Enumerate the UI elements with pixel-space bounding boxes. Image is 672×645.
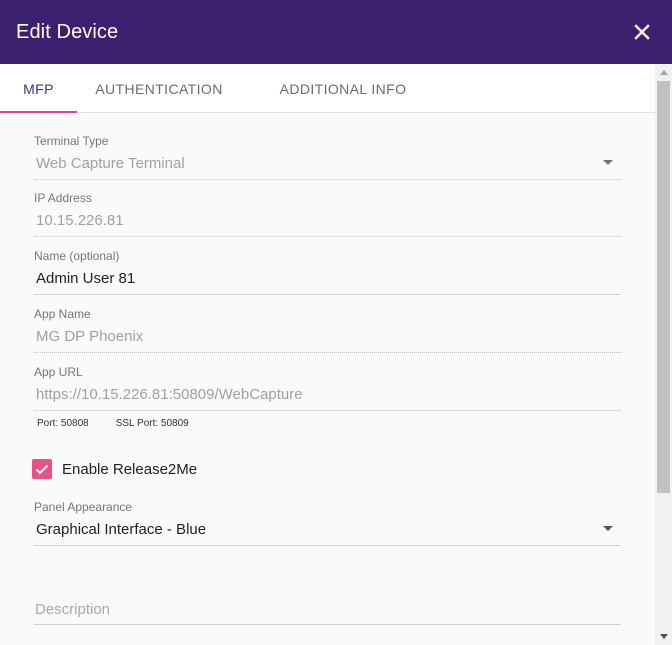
scroll-down-icon xyxy=(659,634,668,639)
dialog-header: Edit Device xyxy=(0,0,672,64)
enable-release2me-label: Enable Release2Me xyxy=(62,460,198,478)
scroll-up-button[interactable] xyxy=(655,64,672,81)
scrollbar-thumb[interactable] xyxy=(657,81,670,493)
scroll-down-button[interactable] xyxy=(655,628,672,645)
enable-release2me-checkbox[interactable] xyxy=(32,459,52,479)
vertical-scrollbar[interactable] xyxy=(655,64,672,645)
panel-appearance-label: Panel Appearance xyxy=(34,500,133,514)
app-name-label: App Name xyxy=(34,307,91,321)
ip-address-input: 10.15.226.81 xyxy=(34,212,621,237)
device-form: Terminal Type Web Capture Terminal IP Ad… xyxy=(0,113,655,645)
tab-additional-info[interactable]: ADDITIONAL INFO xyxy=(241,64,445,112)
dialog-title: Edit Device xyxy=(16,20,119,43)
app-url-label: App URL xyxy=(34,365,83,379)
panel-appearance-select[interactable]: Graphical Interface - Blue xyxy=(34,521,621,546)
port-info: Port: 50808 SSL Port: 50809 xyxy=(37,418,189,429)
terminal-type-select: Web Capture Terminal xyxy=(34,155,621,180)
terminal-type-field: Terminal Type Web Capture Terminal xyxy=(34,134,621,180)
tab-authentication[interactable]: AUTHENTICATION xyxy=(77,64,241,112)
scroll-up-icon xyxy=(659,70,668,75)
app-url-field: App URL https://10.15.226.81:50809/WebCa… xyxy=(34,365,621,411)
ip-address-label: IP Address xyxy=(34,191,92,205)
close-icon xyxy=(634,24,650,40)
tab-mfp[interactable]: MFP xyxy=(0,64,77,113)
app-name-field: App Name MG DP Phoenix xyxy=(34,307,621,353)
app-url-input: https://10.15.226.81:50809/WebCapture xyxy=(34,386,621,411)
chevron-down-icon[interactable] xyxy=(603,526,613,531)
chevron-down-icon xyxy=(603,160,613,165)
app-name-input: MG DP Phoenix xyxy=(34,328,621,353)
ssl-port-text: SSL Port: 50809 xyxy=(115,418,189,429)
checkmark-icon xyxy=(35,464,49,474)
name-label: Name (optional) xyxy=(34,249,120,263)
close-button[interactable] xyxy=(630,20,654,44)
name-field: Name (optional) Admin User 81 xyxy=(34,249,621,295)
port-text: Port: 50808 xyxy=(37,418,89,429)
ip-address-field: IP Address 10.15.226.81 xyxy=(34,191,621,237)
terminal-type-label: Terminal Type xyxy=(34,134,109,148)
description-placeholder: Description xyxy=(35,601,111,618)
enable-release2me-row[interactable]: Enable Release2Me xyxy=(32,459,197,479)
name-input[interactable]: Admin User 81 xyxy=(34,270,621,295)
tab-bar: MFP AUTHENTICATION ADDITIONAL INFO xyxy=(0,64,655,113)
description-input[interactable]: Description xyxy=(34,601,621,625)
panel-appearance-field: Panel Appearance Graphical Interface - B… xyxy=(34,500,621,546)
